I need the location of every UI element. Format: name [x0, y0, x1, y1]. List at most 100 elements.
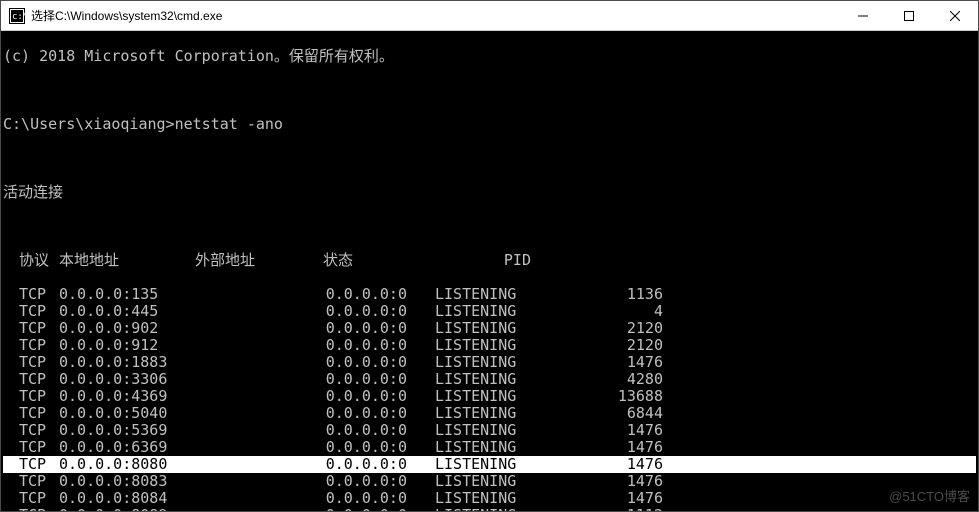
proto-cell: TCP: [3, 320, 59, 337]
state-cell: LISTENING: [435, 388, 575, 405]
table-row[interactable]: TCP0.0.0.0:53690.0.0.0:0LISTENING1476: [3, 422, 976, 439]
pid-cell: 1112: [575, 507, 663, 511]
local-cell: 0.0.0.0:8080: [59, 456, 235, 473]
state-cell: LISTENING: [435, 303, 575, 320]
section-label: 活动连接: [3, 184, 976, 201]
state-cell: LISTENING: [435, 439, 575, 456]
close-button[interactable]: [932, 1, 978, 31]
state-cell: LISTENING: [435, 473, 575, 490]
proto-cell: TCP: [3, 388, 59, 405]
cmd-window: c:\ 选择C:\Windows\system32\cmd.exe (c) 20…: [0, 0, 979, 512]
terminal-output[interactable]: (c) 2018 Microsoft Corporation。保留所有权利。 C…: [1, 31, 978, 511]
hdr-state: 状态: [323, 252, 451, 269]
window-title: 选择C:\Windows\system32\cmd.exe: [31, 7, 840, 24]
foreign-cell: 0.0.0.0:0: [235, 456, 435, 473]
local-cell: 0.0.0.0:5369: [59, 422, 235, 439]
table-row[interactable]: TCP0.0.0.0:33060.0.0.0:0LISTENING4280: [3, 371, 976, 388]
table-row[interactable]: TCP0.0.0.0:80830.0.0.0:0LISTENING1476: [3, 473, 976, 490]
local-cell: 0.0.0.0:445: [59, 303, 235, 320]
pid-cell: 1476: [575, 422, 663, 439]
cmd-icon: c:\: [9, 8, 25, 24]
hdr-proto: 协议: [3, 252, 59, 269]
blank-line: [3, 150, 976, 167]
foreign-cell: 0.0.0.0:0: [235, 473, 435, 490]
table-row[interactable]: TCP0.0.0.0:18830.0.0.0:0LISTENING1476: [3, 354, 976, 371]
state-cell: LISTENING: [435, 422, 575, 439]
pid-cell: 4280: [575, 371, 663, 388]
pid-cell: 1136: [575, 286, 663, 303]
table-row[interactable]: TCP0.0.0.0:50400.0.0.0:0LISTENING6844: [3, 405, 976, 422]
local-cell: 0.0.0.0:3306: [59, 371, 235, 388]
prompt: C:\Users\xiaoqiang>: [3, 115, 175, 133]
local-cell: 0.0.0.0:6369: [59, 439, 235, 456]
proto-cell: TCP: [3, 337, 59, 354]
pid-cell: 1476: [575, 354, 663, 371]
proto-cell: TCP: [3, 303, 59, 320]
local-cell: 0.0.0.0:8083: [59, 473, 235, 490]
pid-cell: 2120: [575, 320, 663, 337]
state-cell: LISTENING: [435, 354, 575, 371]
maximize-button[interactable]: [886, 1, 932, 31]
proto-cell: TCP: [3, 507, 59, 511]
foreign-cell: 0.0.0.0:0: [235, 371, 435, 388]
foreign-cell: 0.0.0.0:0: [235, 405, 435, 422]
foreign-cell: 0.0.0.0:0: [235, 507, 435, 511]
table-row[interactable]: TCP0.0.0.0:43690.0.0.0:0LISTENING13688: [3, 388, 976, 405]
pid-cell: 2120: [575, 337, 663, 354]
state-cell: LISTENING: [435, 320, 575, 337]
pid-cell: 1476: [575, 456, 663, 473]
hdr-foreign: 外部地址: [195, 252, 323, 269]
table-row[interactable]: TCP0.0.0.0:63690.0.0.0:0LISTENING1476: [3, 439, 976, 456]
pid-cell: 1476: [575, 439, 663, 456]
table-row[interactable]: TCP0.0.0.0:4450.0.0.0:0LISTENING4: [3, 303, 976, 320]
state-cell: LISTENING: [435, 456, 575, 473]
proto-cell: TCP: [3, 456, 59, 473]
watermark: @51CTO博客: [889, 488, 970, 505]
command: netstat -ano: [175, 115, 283, 133]
pid-cell: 6844: [575, 405, 663, 422]
pid-cell: 1476: [575, 473, 663, 490]
pid-cell: 13688: [575, 388, 663, 405]
foreign-cell: 0.0.0.0:0: [235, 354, 435, 371]
proto-cell: TCP: [3, 422, 59, 439]
local-cell: 0.0.0.0:8089: [59, 507, 235, 511]
table-row[interactable]: TCP0.0.0.0:80840.0.0.0:0LISTENING1476: [3, 490, 976, 507]
state-cell: LISTENING: [435, 337, 575, 354]
foreign-cell: 0.0.0.0:0: [235, 286, 435, 303]
local-cell: 0.0.0.0:902: [59, 320, 235, 337]
proto-cell: TCP: [3, 490, 59, 507]
table-row[interactable]: TCP0.0.0.0:9120.0.0.0:0LISTENING2120: [3, 337, 976, 354]
table-row[interactable]: TCP0.0.0.0:1350.0.0.0:0LISTENING1136: [3, 286, 976, 303]
minimize-button[interactable]: [840, 1, 886, 31]
local-cell: 0.0.0.0:4369: [59, 388, 235, 405]
foreign-cell: 0.0.0.0:0: [235, 320, 435, 337]
state-cell: LISTENING: [435, 490, 575, 507]
hdr-local: 本地地址: [59, 252, 195, 269]
rows-container: TCP0.0.0.0:1350.0.0.0:0LISTENING1136TCP0…: [3, 286, 976, 511]
foreign-cell: 0.0.0.0:0: [235, 337, 435, 354]
state-cell: LISTENING: [435, 371, 575, 388]
blank-line: [3, 82, 976, 99]
foreign-cell: 0.0.0.0:0: [235, 490, 435, 507]
foreign-cell: 0.0.0.0:0: [235, 422, 435, 439]
svg-text:c:\: c:\: [12, 12, 25, 22]
copyright-line: (c) 2018 Microsoft Corporation。保留所有权利。: [3, 48, 976, 65]
proto-cell: TCP: [3, 405, 59, 422]
state-cell: LISTENING: [435, 405, 575, 422]
state-cell: LISTENING: [435, 507, 575, 511]
local-cell: 0.0.0.0:135: [59, 286, 235, 303]
hdr-pid: PID: [451, 252, 531, 269]
table-row[interactable]: TCP0.0.0.0:80800.0.0.0:0LISTENING1476: [3, 456, 976, 473]
proto-cell: TCP: [3, 371, 59, 388]
state-cell: LISTENING: [435, 286, 575, 303]
table-row[interactable]: TCP0.0.0.0:9020.0.0.0:0LISTENING2120: [3, 320, 976, 337]
local-cell: 0.0.0.0:5040: [59, 405, 235, 422]
table-row[interactable]: TCP0.0.0.0:80890.0.0.0:0LISTENING1112: [3, 507, 976, 511]
header-row: 协议本地地址外部地址状态PID: [3, 252, 976, 269]
local-cell: 0.0.0.0:1883: [59, 354, 235, 371]
foreign-cell: 0.0.0.0:0: [235, 439, 435, 456]
foreign-cell: 0.0.0.0:0: [235, 388, 435, 405]
proto-cell: TCP: [3, 473, 59, 490]
pid-cell: 1476: [575, 490, 663, 507]
titlebar[interactable]: c:\ 选择C:\Windows\system32\cmd.exe: [1, 1, 978, 31]
